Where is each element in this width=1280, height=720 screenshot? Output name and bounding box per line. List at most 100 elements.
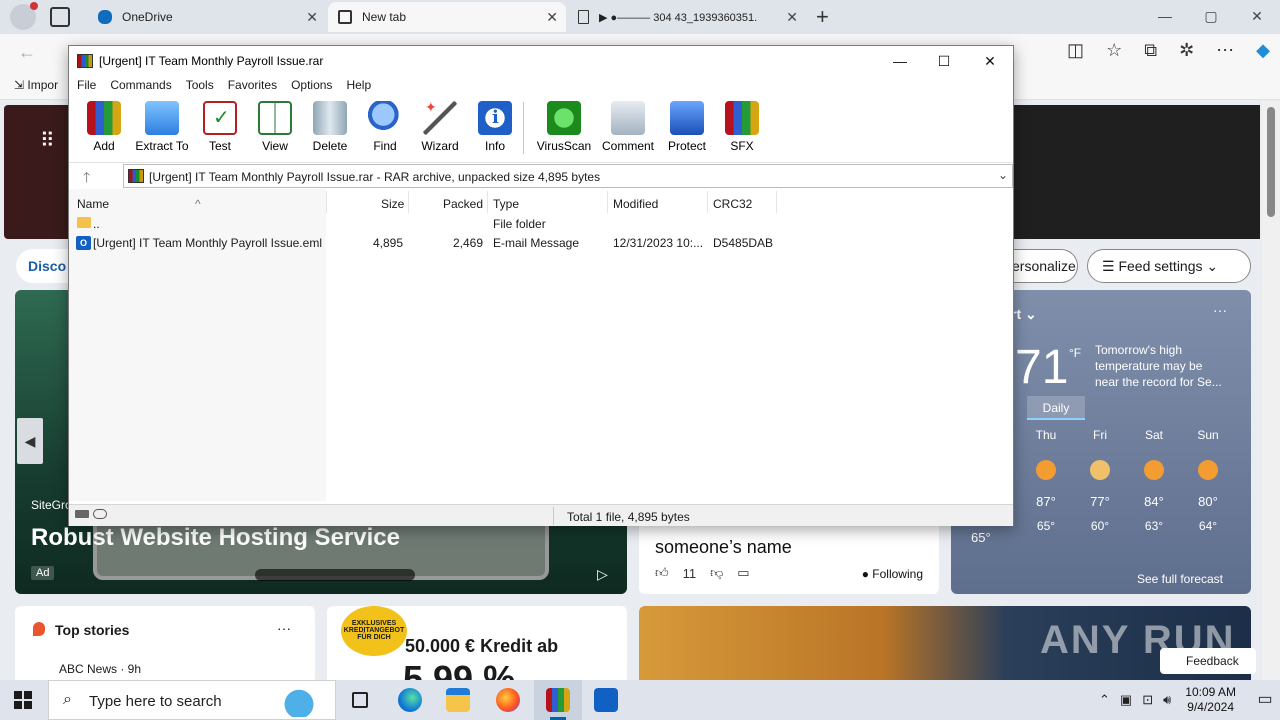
news-card-title[interactable]: someone’s name: [655, 537, 792, 558]
temperature-unit[interactable]: °F: [1069, 346, 1081, 360]
carousel-dots[interactable]: [255, 569, 415, 581]
column-divider[interactable]: [707, 191, 708, 213]
notifications-bell-icon[interactable]: 🔔︎ 9: [1080, 123, 1108, 150]
apps-grid-icon[interactable]: ⠿: [40, 131, 60, 151]
promo-ad-card[interactable]: EXKLUSIVES KREDITANGEBOT FÜR DICH 50.000…: [327, 606, 627, 680]
taskbar-clock[interactable]: 10:09 AM 9/4/2024: [1185, 685, 1236, 715]
column-type[interactable]: Type: [493, 197, 519, 211]
column-size[interactable]: Size: [381, 197, 404, 211]
tab-close-icon[interactable]: ✕: [786, 9, 798, 26]
comment-icon[interactable]: ▭: [737, 565, 749, 581]
menu-options[interactable]: Options: [291, 76, 340, 96]
see-full-forecast-link[interactable]: See full forecast: [1137, 572, 1223, 586]
column-modified[interactable]: Modified: [613, 197, 658, 211]
view-button[interactable]: View: [248, 98, 302, 158]
extensions-icon[interactable]: ✲: [1179, 40, 1194, 61]
close-button[interactable]: ✕: [967, 46, 1013, 76]
table-row[interactable]: O [Urgent] IT Team Monthly Payroll Issue…: [69, 234, 1013, 253]
profile-avatar[interactable]: [10, 2, 38, 30]
extract-to-button[interactable]: Extract To: [132, 98, 192, 158]
tab-new-tab[interactable]: New tab ✕: [328, 2, 566, 32]
discover-tab[interactable]: Disco: [16, 249, 76, 283]
more-menu-icon[interactable]: ⋯: [1216, 40, 1234, 61]
delete-button[interactable]: Delete: [303, 98, 357, 158]
wizard-button[interactable]: Wizard: [413, 98, 467, 158]
virusscan-button[interactable]: VirusScan: [532, 98, 596, 158]
page-scrollbar[interactable]: [1262, 101, 1280, 680]
comment-button[interactable]: Comment: [597, 98, 659, 158]
back-button[interactable]: ←: [18, 42, 36, 63]
taskbar-edge[interactable]: [386, 680, 434, 720]
tab-media-file[interactable]: ▶ ●——— 304 43_1939360351. ✕: [568, 2, 806, 32]
add-button[interactable]: Add: [77, 98, 131, 158]
tab-close-icon[interactable]: ✕: [306, 9, 318, 26]
close-button[interactable]: ✕: [1234, 0, 1280, 34]
weather-alert[interactable]: Tomorrow's high temperature may be near …: [1095, 342, 1225, 390]
tray-device-icon[interactable]: ▣: [1120, 692, 1132, 708]
feedback-button[interactable]: Feedback: [1160, 648, 1256, 674]
column-name[interactable]: Name: [77, 197, 109, 211]
tab-actions-icon[interactable]: [50, 7, 70, 27]
more-options-icon[interactable]: ···: [277, 620, 291, 636]
menu-help[interactable]: Help: [346, 76, 379, 96]
start-button-windows-icon[interactable]: [14, 691, 32, 709]
forecast-day[interactable]: Sun 80° 64°: [1181, 428, 1235, 533]
scrollbar-thumb[interactable]: [1267, 107, 1275, 217]
menu-favorites[interactable]: Favorites: [228, 76, 285, 96]
volume-icon[interactable]: 🔊︎: [1163, 692, 1171, 708]
column-packed[interactable]: Packed: [443, 197, 483, 211]
column-divider[interactable]: [326, 191, 327, 213]
path-dropdown[interactable]: [Urgent] IT Team Monthly Payroll Issue.r…: [123, 164, 1013, 188]
minimize-button[interactable]: —: [1142, 0, 1188, 34]
sign-in-button[interactable]: Sign in: [1159, 123, 1241, 159]
following-button[interactable]: ● Following: [862, 567, 923, 581]
daily-forecast-tab[interactable]: Daily: [1027, 396, 1085, 420]
column-divider[interactable]: [776, 191, 777, 213]
ad-choices-icon[interactable]: ▷: [597, 566, 608, 583]
weather-location[interactable]: rt ⌄: [1011, 306, 1037, 323]
find-button[interactable]: Find: [358, 98, 412, 158]
drive-icon[interactable]: [75, 510, 89, 518]
maximize-button[interactable]: ☐: [921, 46, 967, 76]
table-row[interactable]: .. File folder: [69, 215, 1013, 234]
ad-headline[interactable]: Robust Website Hosting Service: [31, 524, 400, 552]
column-divider[interactable]: [607, 191, 608, 213]
column-crc32[interactable]: CRC32: [713, 197, 752, 211]
column-divider[interactable]: [487, 191, 488, 213]
taskbar-firefox[interactable]: [484, 680, 532, 720]
key-icon[interactable]: [93, 509, 107, 519]
taskbar-outlook[interactable]: [582, 680, 630, 720]
new-tab-button[interactable]: +: [816, 4, 829, 30]
story-source[interactable]: ABC News · 9h: [59, 662, 141, 676]
chevron-up-icon[interactable]: ⌃: [1099, 692, 1110, 708]
column-divider[interactable]: [408, 191, 409, 213]
chevron-down-icon[interactable]: ⌄: [998, 168, 1008, 182]
file-list[interactable]: ^ Name Size Packed Type Modified CRC32 .…: [69, 189, 1013, 501]
task-view-button[interactable]: [336, 680, 384, 720]
more-options-icon[interactable]: ···: [1213, 302, 1227, 318]
settings-gear-icon[interactable]: ⚙: [1120, 127, 1138, 152]
bookmark-import[interactable]: ⇲ Impor: [14, 78, 58, 92]
feed-settings-button[interactable]: ☰ Feed settings ⌄: [1087, 249, 1251, 283]
taskbar-file-explorer[interactable]: [434, 680, 482, 720]
winrar-title-bar[interactable]: [Urgent] IT Team Monthly Payroll Issue.r…: [69, 46, 1013, 76]
tab-close-icon[interactable]: ✕: [546, 9, 558, 26]
maximize-button[interactable]: ▢: [1188, 0, 1234, 34]
minimize-button[interactable]: —: [877, 46, 923, 76]
menu-tools[interactable]: Tools: [186, 76, 222, 96]
collections-icon[interactable]: ⧉: [1144, 40, 1157, 61]
like-icon[interactable]: 👍︎: [655, 565, 669, 581]
favorites-star-icon[interactable]: ☆: [1106, 40, 1122, 61]
menu-commands[interactable]: Commands: [110, 76, 179, 96]
sfx-button[interactable]: SFX: [715, 98, 769, 158]
up-arrow-icon[interactable]: 🡑: [83, 167, 90, 191]
carousel-prev-button[interactable]: ◀: [17, 418, 43, 464]
notification-center-icon[interactable]: ▭: [1250, 680, 1280, 720]
taskbar-search-box[interactable]: ⌕ Type here to search: [48, 680, 336, 720]
protect-button[interactable]: Protect: [660, 98, 714, 158]
split-screen-icon[interactable]: ◫: [1067, 40, 1084, 61]
network-icon[interactable]: ⊡: [1142, 692, 1153, 708]
news-card[interactable]: someone’s name 👍︎ 11 👎︎ ▭ ● Following: [639, 521, 939, 594]
taskbar-winrar[interactable]: [534, 680, 582, 720]
forecast-day[interactable]: Fri 77° 60°: [1073, 428, 1127, 533]
